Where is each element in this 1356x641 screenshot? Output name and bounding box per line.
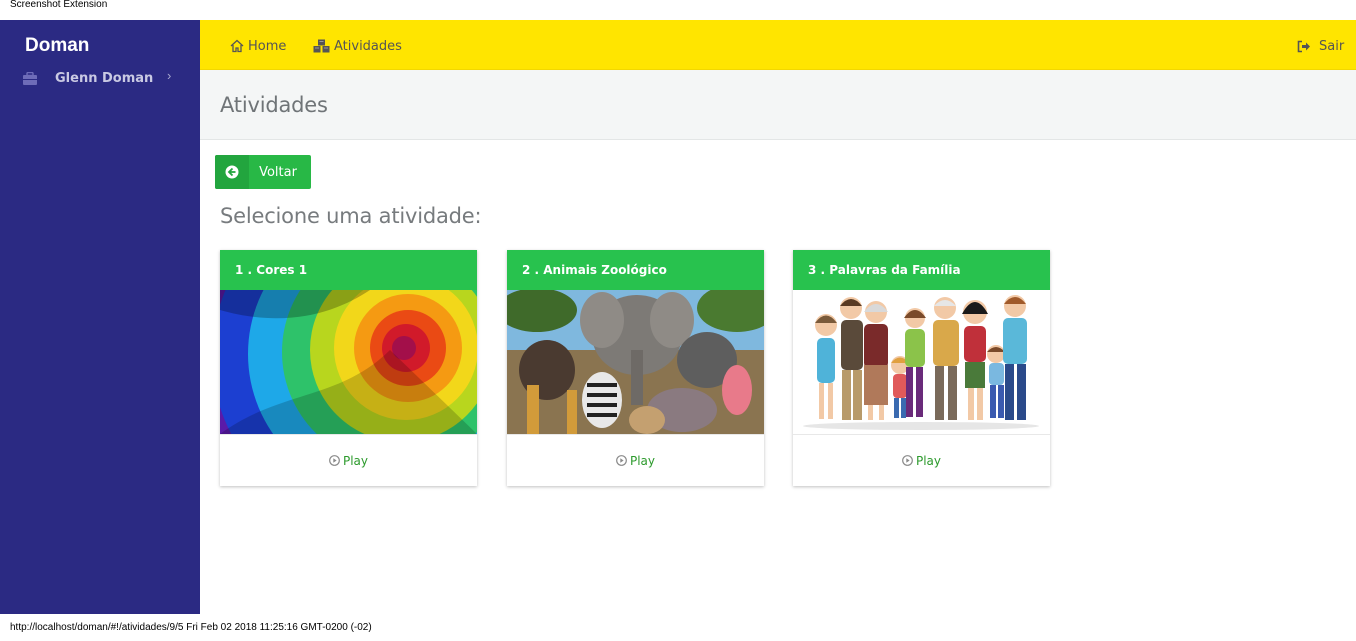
chevron-right-icon: › (167, 68, 172, 83)
play-circle-icon (616, 455, 627, 466)
play-label: Play (915, 453, 942, 468)
sign-out-icon (1297, 40, 1310, 52)
section-subtitle: Selecione uma atividade: (220, 204, 482, 228)
activity-card: 3 . Palavras da Família Play (793, 250, 1050, 486)
activity-card: 1 . Cores 1 Play (220, 250, 477, 486)
play-label: Play (629, 453, 656, 468)
nav-activities-label: Atividades (334, 38, 402, 54)
logout-label: Sair (1319, 38, 1345, 54)
play-button[interactable]: Play (616, 454, 655, 468)
extension-label: Screenshot Extension (0, 0, 1356, 20)
logout-link[interactable]: Sair (1297, 36, 1344, 56)
activity-card-title: 3 . Palavras da Família (793, 250, 1050, 290)
home-icon (230, 39, 244, 53)
brand-title[interactable]: Doman (25, 35, 89, 57)
activity-card-footer: Play (507, 434, 764, 486)
activity-card-footer: Play (793, 434, 1050, 486)
sidebar: Doman Glenn Doman › (0, 20, 200, 614)
play-circle-icon (902, 455, 913, 466)
activity-card-title: 2 . Animais Zoológico (507, 250, 764, 290)
activity-card-title: 1 . Cores 1 (220, 250, 477, 290)
family-illustration-image (793, 290, 1050, 434)
zoo-animals-image (507, 290, 764, 434)
play-label: Play (342, 453, 369, 468)
status-bar-url: http://localhost/doman/#!/atividades/9/5… (0, 614, 1356, 634)
nav-activities[interactable]: Atividades (313, 36, 402, 56)
activity-card: 2 . Animais Zoológico Play (507, 250, 764, 486)
play-circle-icon (329, 455, 340, 466)
sidebar-user-name: Glenn Doman (55, 71, 154, 86)
back-icon-box (215, 155, 249, 189)
nav-home[interactable]: Home (230, 36, 286, 56)
arrow-circle-left-icon (225, 165, 239, 179)
rainbow-swirl-image (220, 290, 477, 434)
page-header: Atividades (200, 70, 1356, 140)
play-button[interactable]: Play (329, 454, 368, 468)
back-button-label: Voltar (259, 164, 297, 180)
back-button[interactable]: Voltar (215, 155, 311, 189)
sidebar-item-user[interactable]: Glenn Doman › (0, 68, 200, 92)
activity-card-footer: Play (220, 434, 477, 486)
play-button[interactable]: Play (902, 454, 941, 468)
cubes-icon (313, 39, 330, 53)
top-navbar: Home Atividades Sair (200, 20, 1356, 70)
nav-home-label: Home (248, 38, 287, 54)
page-title: Atividades (220, 93, 328, 117)
briefcase-icon (23, 72, 37, 85)
